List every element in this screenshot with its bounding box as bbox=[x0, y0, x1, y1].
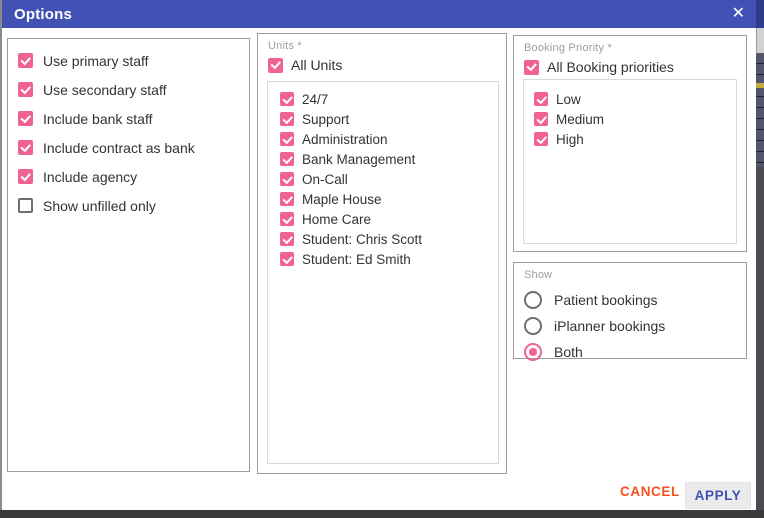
show-panel-label: Show bbox=[524, 269, 746, 281]
show-option-row[interactable]: Patient bookings bbox=[524, 287, 746, 313]
background-app-strip bbox=[756, 0, 764, 510]
checkbox-icon[interactable] bbox=[534, 132, 548, 146]
checkbox-icon[interactable] bbox=[18, 82, 33, 97]
staff-option-row[interactable]: Use secondary staff bbox=[18, 75, 249, 104]
priority-label: High bbox=[556, 132, 584, 147]
checkbox-icon[interactable] bbox=[534, 92, 548, 106]
units-panel-label: Units * bbox=[268, 40, 506, 52]
staff-options-panel: Use primary staff Use secondary staff In… bbox=[7, 38, 250, 472]
all-units-row[interactable]: All Units bbox=[268, 52, 506, 78]
priority-label: Medium bbox=[556, 112, 604, 127]
staff-option-label: Show unfilled only bbox=[43, 198, 156, 214]
checkbox-icon[interactable] bbox=[18, 169, 33, 184]
unit-label: Support bbox=[302, 112, 349, 127]
all-units-label: All Units bbox=[291, 57, 342, 73]
booking-priority-panel-label: Booking Priority * bbox=[524, 42, 746, 54]
units-panel: Units * All Units 24/7 Su bbox=[257, 33, 507, 474]
units-list-box: 24/7 Support Administration bbox=[267, 81, 499, 464]
checkbox-icon[interactable] bbox=[18, 140, 33, 155]
show-options-list: Patient bookings iPlanner bookings Both bbox=[524, 287, 746, 365]
dialog-title: Options bbox=[2, 6, 72, 23]
checkbox-icon[interactable] bbox=[280, 212, 294, 226]
dialog-header: Options ✕ bbox=[2, 0, 756, 28]
unit-label: 24/7 bbox=[302, 92, 328, 107]
unit-row[interactable]: Home Care bbox=[280, 209, 498, 229]
unit-label: Student: Ed Smith bbox=[302, 252, 411, 267]
radio-icon[interactable] bbox=[524, 343, 542, 361]
staff-option-label: Use primary staff bbox=[43, 53, 149, 69]
show-option-row[interactable]: Both bbox=[524, 339, 746, 365]
staff-option-row[interactable]: Include bank staff bbox=[18, 104, 249, 133]
cancel-button[interactable]: CANCEL bbox=[620, 484, 680, 499]
background-edge-bottom bbox=[0, 510, 764, 518]
staff-option-label: Include contract as bank bbox=[43, 140, 195, 156]
unit-label: Student: Chris Scott bbox=[302, 232, 422, 247]
unit-row[interactable]: Administration bbox=[280, 129, 498, 149]
radio-icon[interactable] bbox=[524, 291, 542, 309]
checkbox-icon[interactable] bbox=[280, 172, 294, 186]
staff-option-row[interactable]: Show unfilled only bbox=[18, 191, 249, 220]
unit-label: Bank Management bbox=[302, 152, 415, 167]
unit-row[interactable]: Student: Ed Smith bbox=[280, 249, 498, 269]
checkbox-icon[interactable] bbox=[524, 60, 539, 75]
checkbox-icon[interactable] bbox=[534, 112, 548, 126]
show-option-label: iPlanner bookings bbox=[554, 318, 665, 334]
unit-row[interactable]: Support bbox=[280, 109, 498, 129]
all-booking-priorities-label: All Booking priorities bbox=[547, 59, 674, 75]
checkbox-icon[interactable] bbox=[280, 152, 294, 166]
unit-row[interactable]: Maple House bbox=[280, 189, 498, 209]
priority-row[interactable]: Medium bbox=[534, 109, 736, 129]
priority-row[interactable]: Low bbox=[534, 89, 736, 109]
staff-option-row[interactable]: Include agency bbox=[18, 162, 249, 191]
checkbox-icon[interactable] bbox=[18, 53, 33, 68]
checkbox-icon[interactable] bbox=[280, 252, 294, 266]
staff-option-label: Include bank staff bbox=[43, 111, 152, 127]
priority-row[interactable]: High bbox=[534, 129, 736, 149]
checkbox-icon[interactable] bbox=[18, 111, 33, 126]
show-option-label: Both bbox=[554, 344, 583, 360]
unit-label: Administration bbox=[302, 132, 388, 147]
staff-option-label: Include agency bbox=[43, 169, 137, 185]
unit-row[interactable]: Bank Management bbox=[280, 149, 498, 169]
booking-priority-panel: Booking Priority * All Booking prioritie… bbox=[513, 35, 747, 252]
all-booking-priorities-row[interactable]: All Booking priorities bbox=[524, 54, 746, 80]
staff-option-row[interactable]: Include contract as bank bbox=[18, 133, 249, 162]
unit-label: On-Call bbox=[302, 172, 348, 187]
booking-priority-list: Low Medium High bbox=[534, 89, 736, 149]
checkbox-icon[interactable] bbox=[280, 92, 294, 106]
unit-row[interactable]: On-Call bbox=[280, 169, 498, 189]
background-table-rows-sliver bbox=[756, 53, 764, 167]
apply-button[interactable]: APPLY bbox=[685, 482, 751, 509]
unit-row[interactable]: 24/7 bbox=[280, 89, 498, 109]
priority-label: Low bbox=[556, 92, 581, 107]
units-list: 24/7 Support Administration bbox=[280, 89, 498, 269]
staff-option-row[interactable]: Use primary staff bbox=[18, 46, 249, 75]
checkbox-icon[interactable] bbox=[268, 58, 283, 73]
background-toolbar-sliver bbox=[756, 28, 764, 53]
radio-icon[interactable] bbox=[524, 317, 542, 335]
show-option-row[interactable]: iPlanner bookings bbox=[524, 313, 746, 339]
close-icon[interactable]: ✕ bbox=[732, 0, 745, 28]
screen: Options ✕ Use primary staff Use secondar… bbox=[0, 0, 764, 518]
staff-options-list: Use primary staff Use secondary staff In… bbox=[18, 46, 249, 220]
show-panel: Show Patient bookings iPlanner bookings bbox=[513, 262, 747, 359]
background-highlight-row-sliver bbox=[756, 83, 764, 88]
staff-option-label: Use secondary staff bbox=[43, 82, 166, 98]
show-option-label: Patient bookings bbox=[554, 292, 658, 308]
checkbox-icon[interactable] bbox=[280, 112, 294, 126]
checkbox-icon[interactable] bbox=[280, 232, 294, 246]
checkbox-icon[interactable] bbox=[280, 192, 294, 206]
unit-label: Home Care bbox=[302, 212, 371, 227]
background-header-sliver bbox=[756, 0, 764, 28]
checkbox-icon[interactable] bbox=[18, 198, 33, 213]
unit-label: Maple House bbox=[302, 192, 382, 207]
unit-row[interactable]: Student: Chris Scott bbox=[280, 229, 498, 249]
booking-priority-list-box: Low Medium High bbox=[523, 79, 737, 244]
options-dialog: Options ✕ Use primary staff Use secondar… bbox=[2, 0, 756, 510]
checkbox-icon[interactable] bbox=[280, 132, 294, 146]
